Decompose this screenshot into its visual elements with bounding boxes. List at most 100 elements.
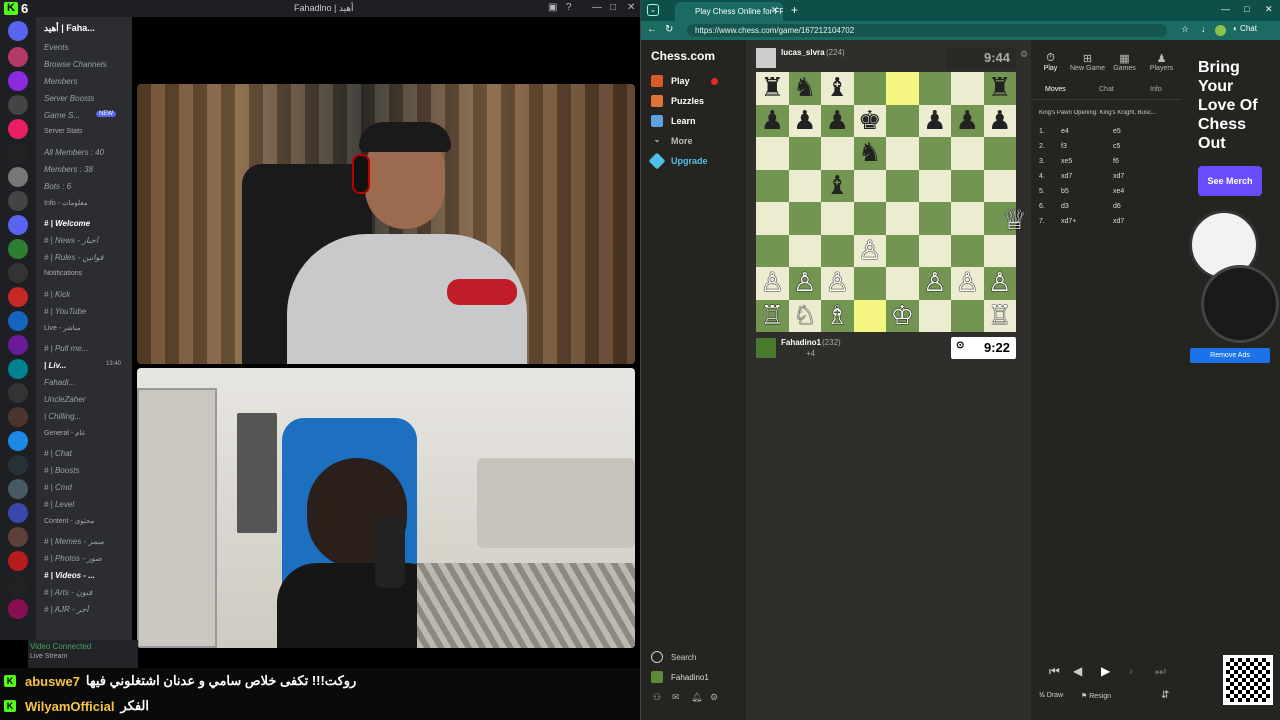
channel-item[interactable]: Server Boosts	[44, 94, 132, 103]
square-h5[interactable]	[983, 169, 1016, 202]
channel-item[interactable]: # | Videos - ...	[44, 571, 132, 580]
black-move[interactable]: xd7	[1113, 173, 1124, 180]
square-h6[interactable]	[983, 137, 1016, 170]
white-move[interactable]: xd7	[1061, 173, 1072, 180]
black-piece[interactable]: ♚	[858, 106, 881, 136]
server-icon[interactable]	[8, 191, 28, 211]
square-c1[interactable]: ♗	[821, 299, 854, 332]
server-name[interactable]: أهيد | Faha...	[44, 23, 95, 34]
server-icon[interactable]	[8, 455, 28, 475]
channel-item[interactable]: # | Level	[44, 500, 132, 509]
channel-category[interactable]: Content - محتوى	[44, 517, 132, 525]
square-e4[interactable]	[886, 202, 919, 235]
black-move[interactable]: c5	[1113, 143, 1120, 150]
square-f5[interactable]	[918, 169, 951, 202]
profile-avatar[interactable]	[1215, 25, 1226, 36]
server-icon[interactable]	[8, 143, 28, 163]
white-piece[interactable]: ♙	[793, 268, 816, 298]
square-b2[interactable]: ♙	[788, 267, 821, 300]
channel-item[interactable]: # | Cmd	[44, 483, 132, 492]
black-piece[interactable]: ♟	[956, 106, 979, 136]
channel-item[interactable]: Events	[44, 43, 132, 52]
server-icon[interactable]	[8, 503, 28, 523]
square-d8[interactable]	[853, 72, 886, 105]
friends-icon[interactable]: ⚇	[653, 692, 661, 703]
flip-board-icon[interactable]: ⇵	[1161, 690, 1169, 701]
square-b1[interactable]: ♘	[788, 299, 821, 332]
board-settings-icon[interactable]: ⚙	[1020, 49, 1028, 60]
channel-item[interactable]: Browse Channels	[44, 60, 132, 69]
channel-item[interactable]: All Members : 40	[44, 148, 132, 157]
server-icon[interactable]	[8, 551, 28, 571]
square-f4[interactable]	[918, 202, 951, 235]
player-name[interactable]: Fahadino1	[781, 338, 821, 347]
white-move[interactable]: b5	[1061, 188, 1069, 195]
square-g3[interactable]	[951, 234, 984, 267]
server-icon[interactable]	[8, 47, 28, 67]
square-b4[interactable]	[788, 202, 821, 235]
square-a2[interactable]: ♙	[756, 267, 789, 300]
black-piece[interactable]: ♝	[826, 73, 849, 103]
white-piece[interactable]: ♙	[988, 268, 1011, 298]
back-icon[interactable]: ←	[647, 24, 657, 35]
server-icon[interactable]	[8, 239, 28, 259]
messages-icon[interactable]: ✉	[672, 692, 680, 703]
square-e3[interactable]	[886, 234, 919, 267]
panel-tab-new-game[interactable]: ⊞ New Game	[1070, 52, 1105, 72]
channel-item[interactable]: # | Chat	[44, 449, 132, 458]
square-a5[interactable]	[756, 169, 789, 202]
square-e2[interactable]	[886, 267, 919, 300]
square-e1[interactable]: ♔	[886, 299, 919, 332]
black-piece[interactable]: ♟	[923, 106, 946, 136]
channel-category[interactable]: Live - مباشر	[44, 324, 132, 332]
nav-upgrade[interactable]: Upgrade	[648, 152, 708, 170]
url-field[interactable]: https://www.chess.com/game/167212104702	[687, 24, 1167, 37]
nav-learn[interactable]: Learn	[651, 115, 696, 127]
nav-more[interactable]: ⌄ More	[651, 135, 693, 147]
square-c8[interactable]: ♝	[821, 72, 854, 105]
white-piece[interactable]: ♙	[858, 236, 881, 266]
server-icon[interactable]	[8, 119, 28, 139]
black-move[interactable]: xe4	[1113, 188, 1124, 195]
square-f2[interactable]: ♙	[918, 267, 951, 300]
server-icon[interactable]	[8, 287, 28, 307]
square-g1[interactable]	[951, 299, 984, 332]
square-g6[interactable]	[951, 137, 984, 170]
channel-item[interactable]: UncleZaher	[44, 395, 132, 404]
square-a8[interactable]: ♜	[756, 72, 789, 105]
white-move[interactable]: xd7+	[1061, 218, 1076, 225]
square-e7[interactable]	[886, 104, 919, 137]
channel-item[interactable]: # | Kick	[44, 290, 132, 299]
black-piece[interactable]: ♜	[988, 73, 1011, 103]
white-move[interactable]: xe5	[1061, 158, 1072, 165]
nav-profile[interactable]: Fahadino1	[651, 671, 709, 683]
server-icon[interactable]	[8, 95, 28, 115]
play-icon[interactable]: ▶	[1101, 664, 1110, 678]
tab-chess[interactable]: Play Chess Online for FREE - ...	[675, 2, 783, 21]
square-h1[interactable]: ♖	[983, 299, 1016, 332]
square-d2[interactable]	[853, 267, 886, 300]
remove-ads-button[interactable]: Remove Ads	[1190, 348, 1270, 363]
square-b7[interactable]: ♟	[788, 104, 821, 137]
white-move[interactable]: e4	[1061, 128, 1069, 135]
prev-move-icon[interactable]: ◀	[1073, 664, 1082, 678]
channel-item[interactable]: # | News - أخبار	[44, 236, 132, 245]
channel-category[interactable]: Notifications	[44, 270, 132, 277]
square-d1[interactable]	[853, 299, 886, 332]
first-move-icon[interactable]: ⏮	[1049, 664, 1060, 679]
nav-play[interactable]: Play	[651, 75, 718, 87]
server-icon[interactable]	[8, 599, 28, 619]
square-d6[interactable]: ♞	[853, 137, 886, 170]
square-a7[interactable]: ♟	[756, 104, 789, 137]
black-piece[interactable]: ♟	[793, 106, 816, 136]
panel-tab-games[interactable]: ▦ Games	[1107, 52, 1142, 72]
minimize-icon[interactable]: —	[592, 2, 602, 13]
square-f6[interactable]	[918, 137, 951, 170]
channel-item[interactable]: # | Memes - ميمز	[44, 537, 132, 546]
square-c7[interactable]: ♟	[821, 104, 854, 137]
white-piece[interactable]: ♘	[793, 301, 816, 331]
reload-icon[interactable]: ↻	[665, 24, 673, 35]
channel-item[interactable]: # | Photos - صور	[44, 554, 132, 563]
white-piece[interactable]: ♖	[761, 301, 784, 331]
server-icon[interactable]	[8, 71, 28, 91]
